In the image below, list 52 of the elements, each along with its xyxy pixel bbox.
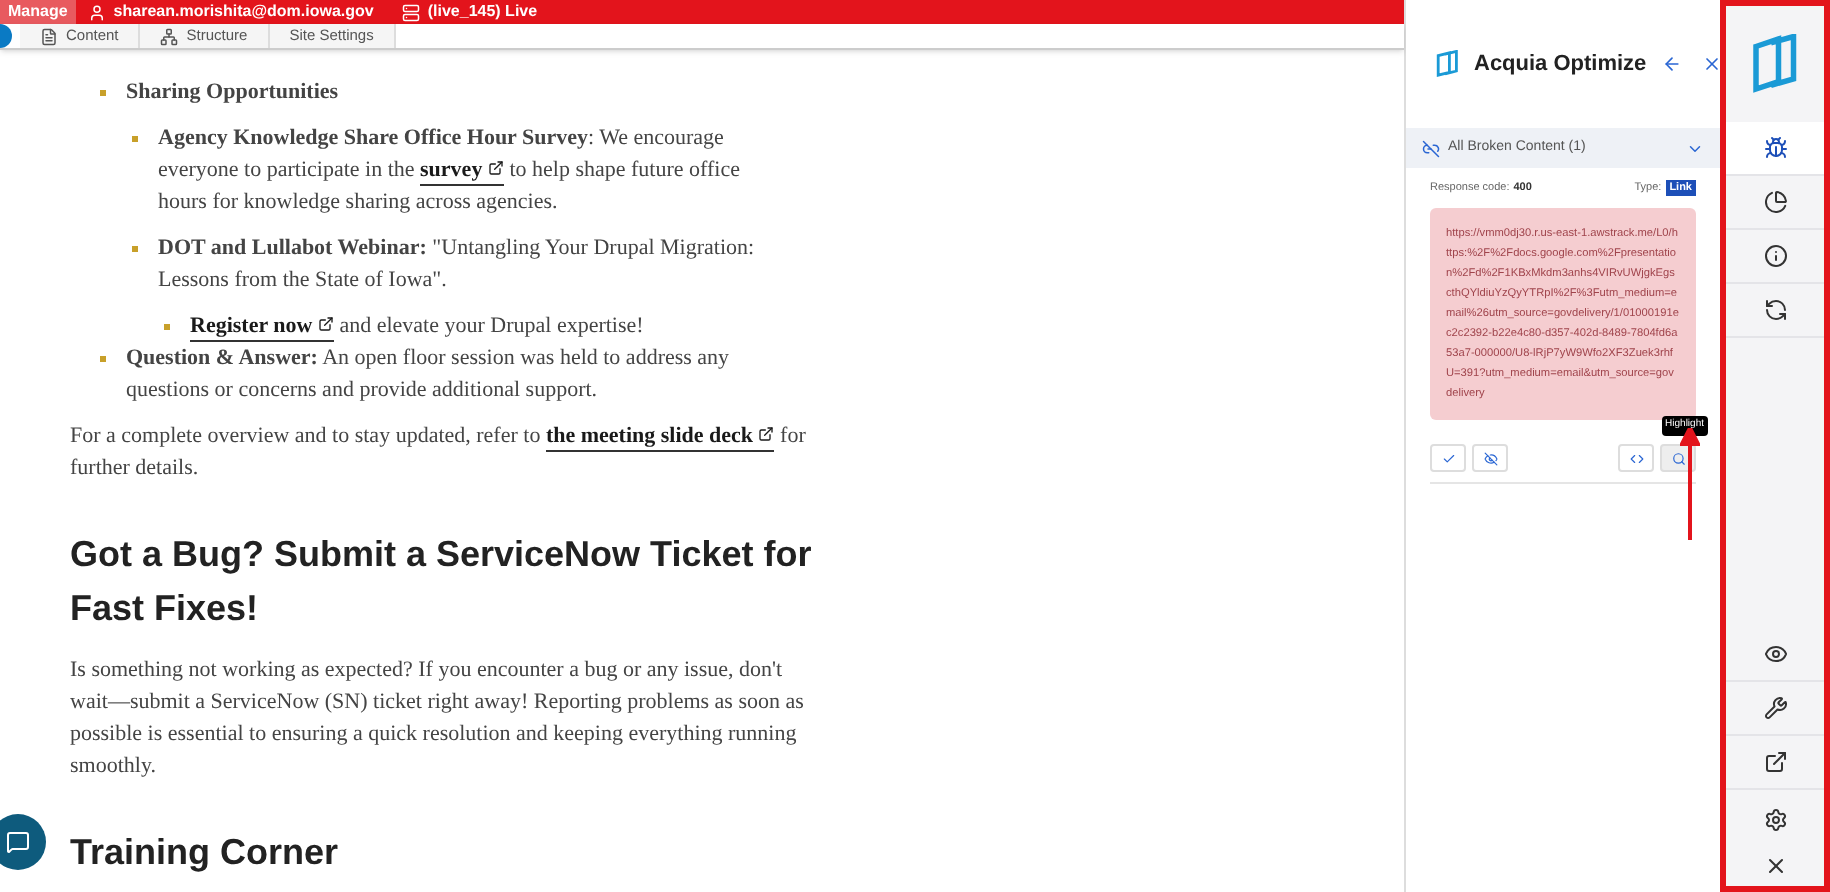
- check-button[interactable]: [1430, 444, 1466, 473]
- sitemap-icon: [160, 27, 179, 45]
- broken-link-icon: [1422, 139, 1440, 157]
- external-link[interactable]: the meeting slide deck: [545, 424, 775, 452]
- info-icon: [1763, 244, 1787, 268]
- section-heading: Got a Bug? Submit a ServiceNow Ticket for Fast Fixes!: [70, 532, 814, 632]
- code-icon: [1629, 451, 1643, 466]
- paragraph-text: Question & Answer: An open floor session was held to address any questions or concerns and provide additional support.: [126, 344, 732, 406]
- close-icon: [1763, 854, 1787, 878]
- user-icon: [87, 3, 106, 21]
- bullet-icon: [164, 324, 170, 330]
- paragraph-text: Agency Knowledge Share Office Hour Survey: We encourage everyone to participate in the survey to help shape future office hours for knowledge sharing across agencies.: [158, 124, 742, 218]
- annotation-arrow: [1680, 428, 1700, 540]
- user-link[interactable]: sharean.morishita@dom.iowa.gov: [75, 0, 386, 24]
- external-link[interactable]: survey: [420, 158, 504, 186]
- pie-chart-icon: [1763, 190, 1787, 214]
- eye-icon: [1763, 642, 1787, 666]
- code-button[interactable]: [1618, 444, 1654, 473]
- external-link-icon: [317, 316, 334, 333]
- section-heading: Training Corner: [70, 830, 341, 876]
- paragraph-text: Sharing Opportunities: [126, 78, 341, 108]
- refresh-icon: [1763, 298, 1787, 322]
- paragraph-text: DOT and Lullabot Webinar: "Untangling Your Drupal Migration: Lessons from the State of Iowa".: [158, 234, 757, 296]
- external-link-icon: [758, 426, 775, 443]
- wrench-icon: [1763, 696, 1787, 720]
- bullet-icon: [132, 136, 138, 142]
- paragraph-text: For a complete overview and to stay updated, refer to the meeting slide deck for further details.: [70, 422, 808, 484]
- logo-icon: [1749, 34, 1801, 94]
- chat-button[interactable]: [0, 814, 46, 870]
- paragraph-text: Is something not working as expected? If you encounter a bug or any issue, don't wait—submit a ServiceNow (SN) ticket right away! Reporting problems as soon as possible is essential to ensuring a quick resolution and keeping everything running smoothly.: [70, 656, 806, 782]
- toolbar-toggle-icon[interactable]: [0, 24, 12, 48]
- external-link[interactable]: Register now: [190, 314, 334, 342]
- bug-icon: [1763, 136, 1787, 160]
- eye-off-icon: [1483, 451, 1497, 466]
- external-link-icon: [487, 160, 504, 177]
- paragraph-text: Register now and elevate your Drupal expertise!: [190, 312, 646, 342]
- ignore-button[interactable]: [1472, 444, 1508, 473]
- bullet-icon: [132, 246, 138, 252]
- external-link-icon: [1763, 750, 1787, 774]
- back-icon[interactable]: [1662, 54, 1683, 74]
- bullet-icon: [100, 90, 106, 96]
- bullet-icon: [100, 356, 106, 362]
- panel-title: Acquia Optimize: [1474, 49, 1647, 80]
- search-icon: [1671, 451, 1685, 466]
- close-icon[interactable]: [1702, 54, 1723, 74]
- environment-link[interactable]: (live_145) Live: [385, 0, 554, 24]
- settings-icon: [1763, 807, 1787, 831]
- logo-icon: [1434, 50, 1462, 78]
- chat-icon: [6, 830, 30, 854]
- document-icon: [40, 27, 58, 45]
- sidebar-tab[interactable]: [1726, 122, 1824, 176]
- check-icon: [1441, 451, 1455, 466]
